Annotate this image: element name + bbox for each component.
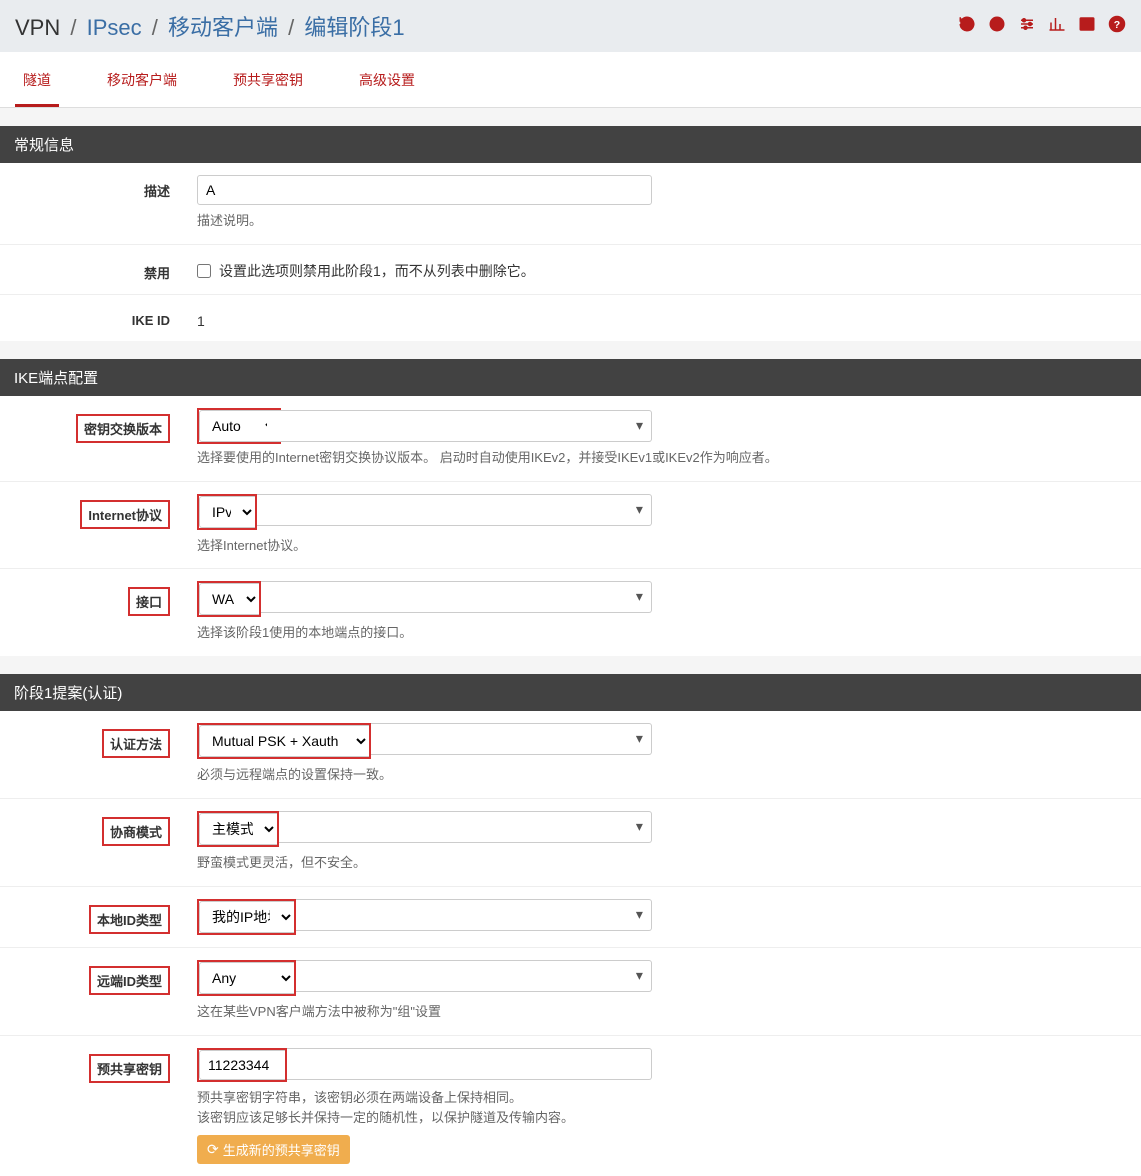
panel-phase1: 阶段1提案(认证) 认证方法 Mutual PSK + Xauth ▾ 必须与远… [0,674,1141,1176]
proto-label: Internet协议 [0,494,185,529]
kex-label: 密钥交换版本 [0,408,185,443]
desc-help: 描述说明。 [197,211,1141,232]
tab-psk[interactable]: 预共享密钥 [225,52,311,107]
sliders-icon[interactable] [1018,15,1036,38]
generate-psk-label: 生成新的预共享密钥 [223,1140,340,1159]
auth-label: 认证方法 [0,723,185,758]
tab-advanced[interactable]: 高级设置 [351,52,423,107]
auth-help: 必须与远程端点的设置保持一致。 [197,765,1141,786]
neg-select[interactable]: 主模式 [199,813,277,845]
panel-ike: IKE端点配置 密钥交换版本 Auto Auto ▾ 选择要使用的Interne… [0,359,1141,656]
refresh-icon: ⟳ [207,1141,219,1158]
kex-help: 选择要使用的Internet密钥交换协议版本。 启动时自动使用IKEv2，并接受… [197,448,1141,469]
neg-help: 野蛮模式更灵活，但不安全。 [197,853,1141,874]
proto-select[interactable]: IPv4 [199,496,255,528]
tab-tunnel[interactable]: 隧道 [15,52,59,107]
generate-psk-button[interactable]: ⟳ 生成新的预共享密钥 [197,1135,350,1164]
iface-help: 选择该阶段1使用的本地端点的接口。 [197,623,1141,644]
iface-label: 接口 [0,581,185,616]
help-icon[interactable]: ? [1108,15,1126,38]
breadcrumb: VPN / IPsec / 移动客户端 / 编辑阶段1 [15,10,405,42]
remoteid-help: 这在某些VPN客户端方法中被称为"组"设置 [197,1002,1141,1023]
psk-input[interactable] [199,1050,285,1080]
ikeid-label: IKE ID [0,307,185,328]
disable-text: 设置此选项则禁用此阶段1，而不从列表中删除它。 [219,261,535,281]
crumb-edit[interactable]: 编辑阶段1 [304,15,404,40]
stop-icon[interactable] [988,15,1006,38]
crumb-vpn[interactable]: VPN [15,15,60,40]
remoteid-select[interactable]: Any [199,962,294,994]
localid-label: 本地ID类型 [0,899,185,934]
crumb-ipsec[interactable]: IPsec [87,15,142,40]
panel-ike-header: IKE端点配置 [0,359,1141,396]
desc-label: 描述 [0,175,185,200]
panel-phase1-header: 阶段1提案(认证) [0,674,1141,711]
ikeid-value: 1 [197,307,1141,329]
refresh-icon[interactable] [958,15,976,38]
psk-help1: 预共享密钥字符串，该密钥必须在两端设备上保持相同。 [197,1088,1141,1109]
chart-icon[interactable] [1048,15,1066,38]
svg-text:?: ? [1114,18,1120,30]
disable-checkbox[interactable] [197,264,211,278]
panel-general: 常规信息 描述 描述说明。 禁用 设置此选项则禁用此阶段1，而不从列表中删除它。… [0,126,1141,341]
neg-label: 协商模式 [0,811,185,846]
auth-select[interactable]: Mutual PSK + Xauth [199,725,369,757]
disable-label: 禁用 [0,257,185,282]
kex-select[interactable]: Auto [199,410,279,442]
psk-help2: 该密钥应该足够长并保持一定的随机性，以保护隧道及传输内容。 [197,1108,1141,1129]
header-toolbar: ? [958,15,1126,38]
remoteid-label: 远端ID类型 [0,960,185,995]
tabs: 隧道 移动客户端 预共享密钥 高级设置 [0,52,1141,108]
iface-select[interactable]: WAN [199,583,259,615]
list-icon[interactable] [1078,15,1096,38]
proto-help: 选择Internet协议。 [197,536,1141,557]
crumb-mobile[interactable]: 移动客户端 [168,15,278,40]
desc-input[interactable] [197,175,652,205]
panel-general-header: 常规信息 [0,126,1141,163]
psk-label: 预共享密钥 [0,1048,185,1083]
localid-select[interactable]: 我的IP地址 [199,901,294,933]
tab-mobile[interactable]: 移动客户端 [99,52,185,107]
page-header: VPN / IPsec / 移动客户端 / 编辑阶段1 ? [0,0,1141,52]
